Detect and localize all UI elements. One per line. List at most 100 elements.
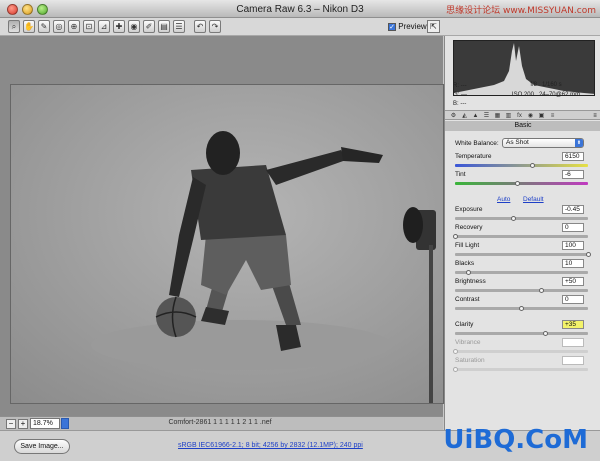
watermark-logo: UiBQ.CoM xyxy=(443,425,588,455)
clarity-slider-handle[interactable] xyxy=(542,331,548,336)
brightness-slider-handle[interactable] xyxy=(538,288,544,293)
color-sampler-icon[interactable]: ◎ xyxy=(53,20,65,33)
exposure-slider-handle[interactable] xyxy=(511,216,517,221)
panel-tab-1[interactable]: ◭ xyxy=(460,112,469,120)
shutter-value: 1/160 s xyxy=(542,82,562,88)
white-balance-icon[interactable]: ✎ xyxy=(38,20,50,33)
fill-light-slider-track[interactable] xyxy=(455,253,588,256)
vibrance-slider-handle[interactable] xyxy=(452,349,458,354)
saturation-slider-handle[interactable] xyxy=(452,367,458,372)
panel-tab-5[interactable]: ▥ xyxy=(504,112,513,120)
toolbar: ⌕ ✋ ✎ ◎ ⊕ ⊡ ⊿ ✚ ◉ ✐ ▤ ☰ ↶ ↷ ✓ Preview ⇱ xyxy=(0,18,600,36)
exposure-input[interactable]: -0.45 xyxy=(562,205,584,214)
temperature-slider-handle[interactable] xyxy=(529,163,535,168)
exposure-label: Exposure xyxy=(455,206,483,213)
target-adjust-icon[interactable]: ⊕ xyxy=(68,20,80,33)
exposure-slider-track[interactable] xyxy=(455,217,588,220)
blacks-input[interactable]: 10 xyxy=(562,259,584,268)
temperature-input[interactable]: 6150 xyxy=(562,152,584,161)
vibrance-slider-track[interactable] xyxy=(455,350,588,353)
blacks-label: Blacks xyxy=(455,260,475,267)
save-image-button[interactable]: Save Image... xyxy=(14,439,70,454)
r-value: --- xyxy=(460,83,467,89)
auto-link[interactable]: Auto xyxy=(497,196,510,203)
blacks-slider-handle[interactable] xyxy=(465,270,471,275)
panel-menu-icon[interactable]: ≡ xyxy=(591,112,599,120)
zoom-icon[interactable]: ⌕ xyxy=(8,20,20,33)
title-bar: Camera Raw 6.3 – Nikon D3 思缘设计论坛 www.MIS… xyxy=(0,0,600,18)
fill-light-label: Fill Light xyxy=(455,242,480,249)
panel-tab-4[interactable]: ▦ xyxy=(493,112,502,120)
rotate-cw-icon[interactable]: ↷ xyxy=(209,20,221,33)
fill-light-input[interactable]: 100 xyxy=(562,241,584,250)
saturation-label: Saturation xyxy=(455,357,485,364)
straighten-icon[interactable]: ⊿ xyxy=(98,20,110,33)
panel-tabs: ⚙ ◭ ▲ ☰ ▦ ▥ fx ◉ ▣ ≡ ≡ xyxy=(445,110,600,120)
contrast-slider-handle[interactable] xyxy=(519,306,524,311)
clarity-slider-track[interactable] xyxy=(455,332,588,335)
adjustment-panel: R: --- G: --- B: --- f/8 1/160 s ISO 200… xyxy=(444,36,600,430)
default-link[interactable]: Default xyxy=(523,196,544,203)
panel-tab-2[interactable]: ▲ xyxy=(471,112,480,120)
vibrance-input[interactable] xyxy=(562,338,584,347)
contrast-input[interactable]: 0 xyxy=(562,295,584,304)
tint-slider-track[interactable] xyxy=(455,182,588,185)
brightness-input[interactable]: +50 xyxy=(562,277,584,286)
panel-tab-6[interactable]: fx xyxy=(515,112,524,120)
panel-tab-9[interactable]: ≡ xyxy=(548,112,557,120)
preview-checkbox[interactable]: ✓ Preview xyxy=(388,22,427,31)
contrast-label: Contrast xyxy=(455,296,480,303)
image-preview-area[interactable] xyxy=(0,36,444,416)
recovery-label: Recovery xyxy=(455,224,483,231)
crop-icon[interactable]: ⊡ xyxy=(83,20,95,33)
vibrance-label: Vibrance xyxy=(455,339,481,346)
saturation-input[interactable] xyxy=(562,356,584,365)
tint-slider-handle[interactable] xyxy=(515,181,520,186)
preview-label: Preview xyxy=(398,22,427,31)
recovery-slider-handle[interactable] xyxy=(452,234,458,239)
preview-status-bar: − + 18.7% Comfort-2861 1 1 1 1 1 2 1 1 .… xyxy=(0,416,443,430)
rotate-ccw-icon[interactable]: ↶ xyxy=(194,20,206,33)
temperature-slider-track[interactable] xyxy=(455,164,588,167)
tint-input[interactable]: -6 xyxy=(562,170,584,179)
recovery-input[interactable]: 0 xyxy=(562,223,584,232)
select-arrows-icon: ⬍ xyxy=(575,139,583,147)
white-balance-label: White Balance: xyxy=(455,140,499,147)
zoom-dropdown-button[interactable] xyxy=(61,418,69,429)
fullscreen-toggle-button[interactable]: ⇱ xyxy=(427,20,440,33)
temperature-label: Temperature xyxy=(455,153,492,160)
rgb-readout: R: --- G: --- B: --- xyxy=(453,82,467,109)
blacks-slider-track[interactable] xyxy=(455,271,588,274)
spot-removal-icon[interactable]: ✚ xyxy=(113,20,125,33)
brightness-slider-track[interactable] xyxy=(455,289,588,292)
iso-value: ISO 200 xyxy=(511,92,534,98)
lens-value: 24–70@62 mm xyxy=(538,92,581,98)
panel-tab-7[interactable]: ◉ xyxy=(526,112,535,120)
panel-tab-3[interactable]: ☰ xyxy=(482,112,491,120)
panel-tab-8[interactable]: ▣ xyxy=(537,112,546,120)
checkmark-icon[interactable]: ✓ xyxy=(388,22,396,31)
white-balance-select[interactable]: As Shot ⬍ xyxy=(502,138,584,148)
clarity-input[interactable]: +35 xyxy=(562,320,584,329)
red-eye-icon[interactable]: ◉ xyxy=(128,20,140,33)
brightness-label: Brightness xyxy=(455,278,486,285)
g-value: --- xyxy=(461,92,468,98)
hand-icon[interactable]: ✋ xyxy=(23,20,35,33)
saturation-slider-track[interactable] xyxy=(455,368,588,371)
white-balance-value: As Shot xyxy=(506,139,529,146)
r-label: R: xyxy=(453,83,459,89)
filename-label: Comfort-2861 1 1 1 1 1 2 1 1 .nef xyxy=(168,419,272,426)
adjustment-brush-icon[interactable]: ✐ xyxy=(143,20,155,33)
exif-info: f/8 1/160 s ISO 200 24–70@62 mm xyxy=(497,80,595,100)
photo-preview[interactable] xyxy=(10,84,444,404)
zoom-out-button[interactable]: − xyxy=(6,419,16,429)
workflow-options-link[interactable]: sRGB IEC61966-2.1; 8 bit; 4256 by 2832 (… xyxy=(178,442,363,449)
panel-tab-0[interactable]: ⚙ xyxy=(449,112,458,120)
recovery-slider-track[interactable] xyxy=(455,235,588,238)
zoom-level-field[interactable]: 18.7% xyxy=(30,418,60,429)
preferences-icon[interactable]: ☰ xyxy=(173,20,185,33)
fill-light-slider-handle[interactable] xyxy=(585,252,591,257)
zoom-in-button[interactable]: + xyxy=(18,419,28,429)
aperture-value: f/8 xyxy=(530,82,537,88)
graduated-filter-icon[interactable]: ▤ xyxy=(158,20,170,33)
